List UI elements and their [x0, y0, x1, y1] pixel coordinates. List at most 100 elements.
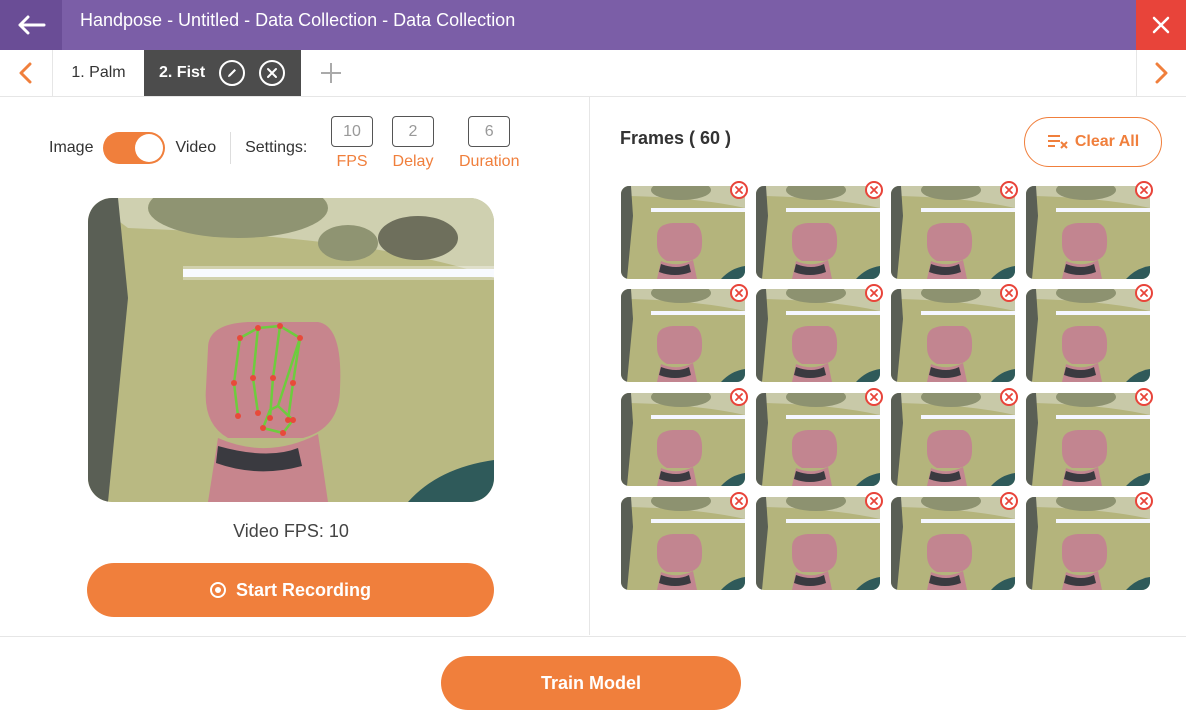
- delete-frame-button[interactable]: [730, 388, 748, 406]
- close-icon: [1140, 186, 1148, 194]
- duration-label: Duration: [459, 153, 520, 170]
- frame-image: [891, 497, 1015, 590]
- clear-all-button[interactable]: Clear All: [1024, 117, 1162, 167]
- frame-image: [1026, 497, 1150, 590]
- delete-tab-button[interactable]: [259, 60, 286, 86]
- pencil-icon: [228, 69, 237, 77]
- frame-thumbnail[interactable]: [756, 181, 883, 279]
- frame-thumbnail[interactable]: [621, 492, 748, 590]
- delete-frame-button[interactable]: [865, 492, 883, 510]
- frame-thumbnail[interactable]: [756, 284, 883, 382]
- delete-frame-button[interactable]: [1000, 181, 1018, 199]
- close-icon: [1005, 186, 1013, 194]
- toggle-knob: [135, 134, 164, 162]
- add-tab-button[interactable]: [316, 58, 346, 88]
- delay-input[interactable]: 2: [392, 116, 434, 147]
- mode-selector: Image Video Settings:: [49, 132, 307, 164]
- duration-input[interactable]: 6: [468, 116, 511, 147]
- plus-icon: [321, 63, 341, 83]
- delete-frame-button[interactable]: [1135, 492, 1153, 510]
- frame-image: [756, 393, 880, 486]
- close-icon: [870, 289, 878, 297]
- tab-palm[interactable]: 1. Palm: [52, 50, 144, 96]
- frame-image: [621, 186, 745, 279]
- close-icon: [267, 68, 278, 78]
- fps-setting: 10 FPS: [331, 116, 373, 171]
- close-icon: [735, 497, 743, 505]
- window-title: Handpose - Untitled - Data Collection - …: [80, 10, 516, 30]
- fps-input[interactable]: 10: [331, 116, 373, 147]
- camera-preview: [88, 198, 494, 502]
- delete-frame-button[interactable]: [1000, 492, 1018, 510]
- delete-frame-button[interactable]: [1000, 388, 1018, 406]
- frame-thumbnail[interactable]: [756, 492, 883, 590]
- train-model-button[interactable]: Train Model: [441, 656, 741, 710]
- frames-count-title: Frames ( 60 ): [620, 128, 732, 148]
- video-mode-label[interactable]: Video: [175, 139, 216, 157]
- record-icon: [209, 582, 226, 598]
- delete-frame-button[interactable]: [1135, 388, 1153, 406]
- close-icon: [1140, 393, 1148, 401]
- frame-image: [1026, 186, 1150, 279]
- delete-frame-button[interactable]: [1135, 181, 1153, 199]
- delete-frame-button[interactable]: [1135, 284, 1153, 302]
- close-icon: [735, 289, 743, 297]
- frame-image: [891, 289, 1015, 382]
- chevron-right-icon: [1155, 62, 1167, 84]
- frame-image: [621, 497, 745, 590]
- close-button[interactable]: [1136, 0, 1186, 50]
- clear-list-icon: [1047, 135, 1068, 149]
- close-icon: [870, 186, 878, 194]
- close-icon: [735, 186, 743, 194]
- frame-image: [756, 186, 880, 279]
- frame-thumbnail[interactable]: [891, 388, 1018, 486]
- frame-thumbnail[interactable]: [891, 492, 1018, 590]
- frame-thumbnail[interactable]: [1026, 388, 1153, 486]
- frame-image: [756, 289, 880, 382]
- tab-fist[interactable]: 2. Fist: [144, 50, 301, 96]
- video-fps-text: Video FPS: 10: [233, 521, 349, 541]
- frame-thumbnail[interactable]: [891, 284, 1018, 382]
- close-icon: [1140, 497, 1148, 505]
- close-icon: [735, 393, 743, 401]
- frame-image: [756, 497, 880, 590]
- frame-thumbnail[interactable]: [891, 181, 1018, 279]
- frame-thumbnail[interactable]: [1026, 284, 1153, 382]
- delete-frame-button[interactable]: [730, 492, 748, 510]
- delete-frame-button[interactable]: [865, 388, 883, 406]
- close-icon: [1140, 289, 1148, 297]
- back-button[interactable]: [0, 0, 62, 50]
- delete-frame-button[interactable]: [730, 284, 748, 302]
- clear-all-label: Clear All: [1074, 133, 1140, 150]
- frame-image: [891, 393, 1015, 486]
- frame-image: [1026, 289, 1150, 382]
- close-icon: [1005, 289, 1013, 297]
- webcam-feed-image: [88, 198, 494, 502]
- tabs-prev-button[interactable]: [0, 50, 50, 96]
- frame-thumbnail[interactable]: [621, 181, 748, 279]
- delay-label: Delay: [392, 153, 434, 170]
- frame-thumbnail[interactable]: [1026, 492, 1153, 590]
- image-video-toggle[interactable]: [103, 132, 166, 164]
- start-recording-label: Start Recording: [235, 579, 372, 600]
- close-icon: [1005, 393, 1013, 401]
- delete-frame-button[interactable]: [1000, 284, 1018, 302]
- settings-label: Settings:: [245, 139, 308, 156]
- delete-frame-button[interactable]: [730, 181, 748, 199]
- close-icon: [870, 393, 878, 401]
- frame-thumbnail[interactable]: [621, 284, 748, 382]
- frame-image: [1026, 393, 1150, 486]
- class-tab-bar: 1. Palm 2. Fist: [0, 50, 1186, 97]
- frame-thumbnail[interactable]: [756, 388, 883, 486]
- delete-frame-button[interactable]: [865, 181, 883, 199]
- edit-tab-button[interactable]: [219, 60, 246, 86]
- image-mode-label[interactable]: Image: [49, 139, 93, 157]
- frame-image: [891, 186, 1015, 279]
- train-model-label: Train Model: [540, 672, 641, 693]
- frame-thumbnail[interactable]: [1026, 181, 1153, 279]
- delete-frame-button[interactable]: [865, 284, 883, 302]
- title-bar: Handpose - Untitled - Data Collection - …: [0, 0, 1186, 50]
- frame-thumbnail[interactable]: [621, 388, 748, 486]
- tabs-next-button[interactable]: [1136, 50, 1186, 96]
- start-recording-button[interactable]: Start Recording: [87, 563, 494, 617]
